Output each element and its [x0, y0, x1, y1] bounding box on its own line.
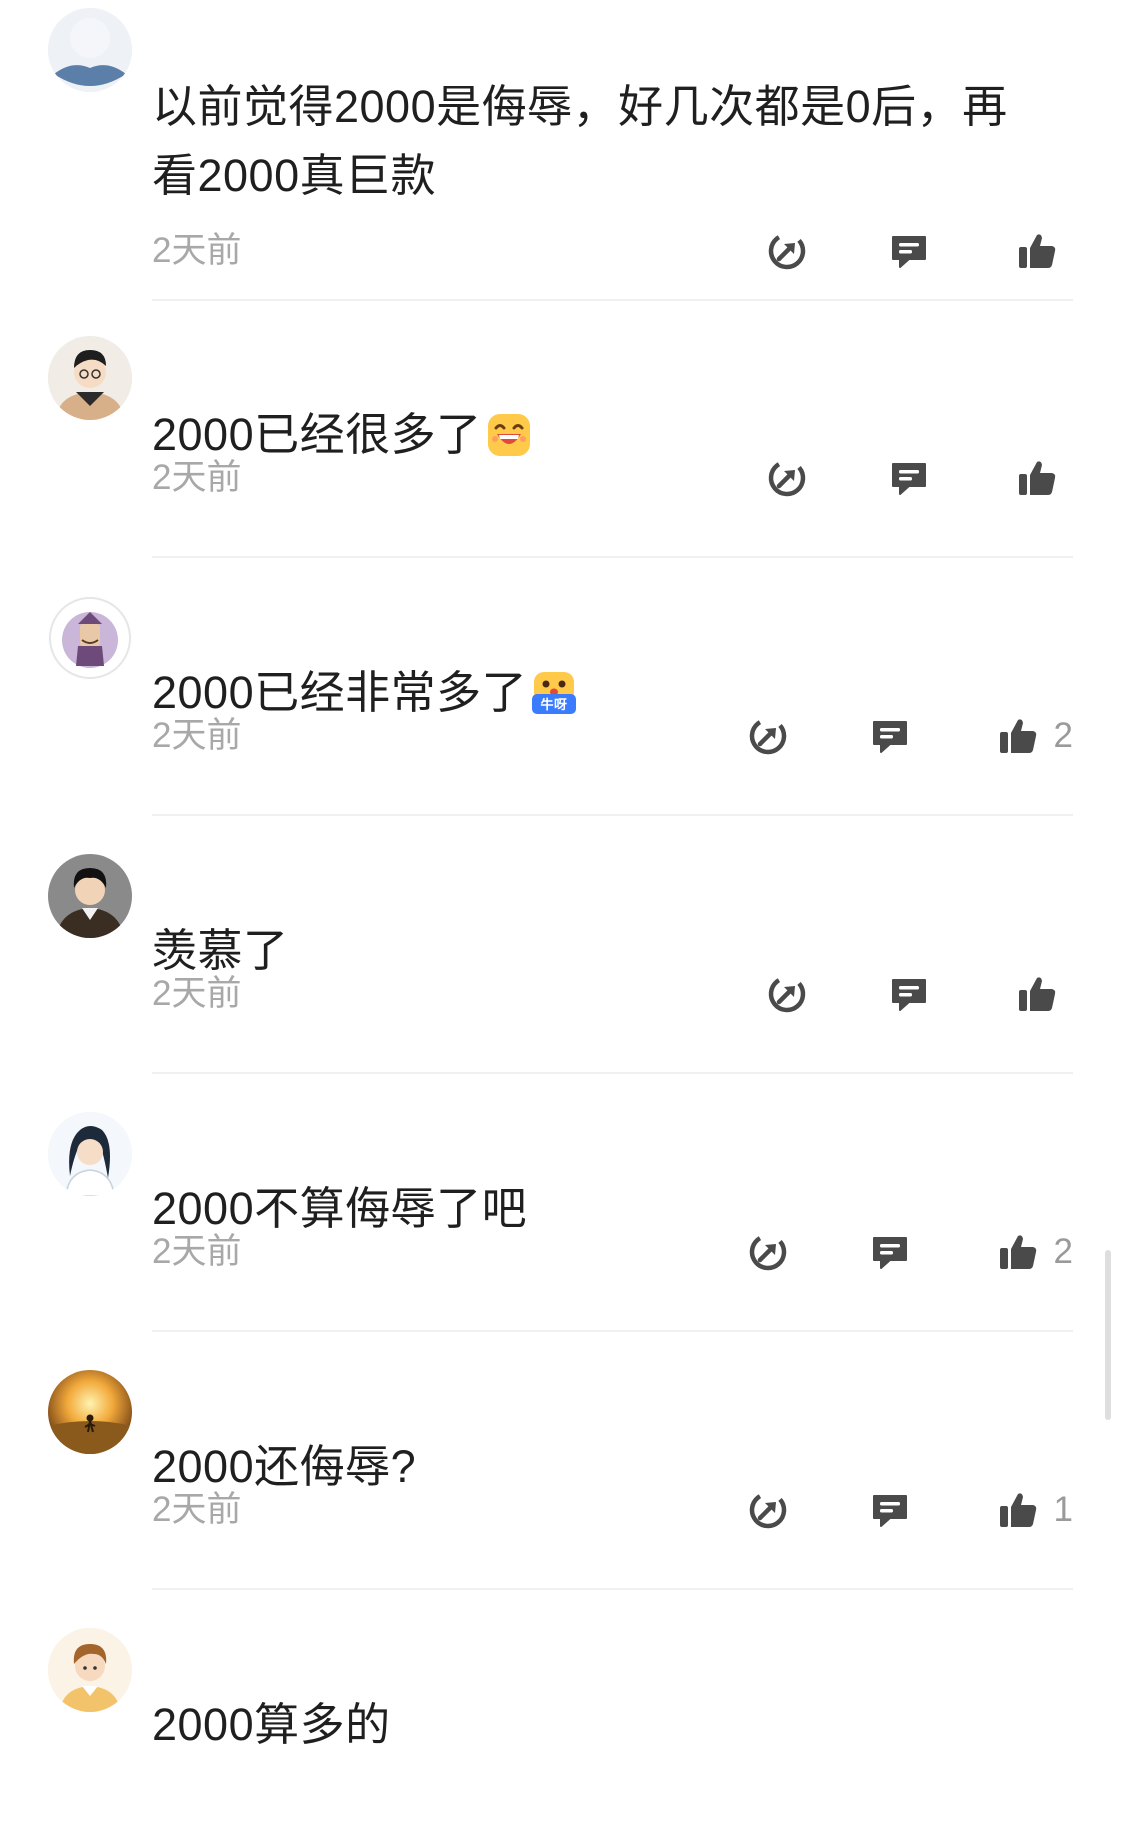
thumbs-up-icon — [998, 1490, 1038, 1530]
avatar[interactable] — [48, 1628, 132, 1712]
comment-time: 2天前 — [152, 716, 242, 755]
like-button[interactable]: 2 — [998, 716, 1073, 756]
grin-emoji — [486, 412, 532, 458]
like-count: 2 — [1053, 716, 1073, 755]
avatar[interactable] — [48, 8, 132, 92]
thumbs-up-icon — [1017, 231, 1057, 271]
comment-actions — [767, 231, 1073, 271]
avatar[interactable] — [48, 1370, 132, 1454]
comment-item: 2000不算侮辱了吧 2天前 2 — [0, 1074, 1125, 1332]
thumbs-up-icon — [998, 1232, 1038, 1272]
avatar[interactable] — [48, 854, 132, 938]
niu-ya-emoji: 牛呀 — [531, 670, 577, 716]
reply-icon[interactable] — [870, 1490, 910, 1530]
avatar[interactable] — [48, 1112, 132, 1196]
share-icon[interactable] — [748, 1232, 788, 1272]
avatar[interactable] — [48, 596, 132, 680]
share-icon[interactable] — [767, 458, 807, 498]
comment-time: 2天前 — [152, 458, 242, 497]
reply-icon[interactable] — [889, 231, 929, 271]
comment-time: 2天前 — [152, 1232, 242, 1271]
reply-icon[interactable] — [870, 716, 910, 756]
like-button[interactable] — [1017, 458, 1073, 498]
share-icon[interactable] — [748, 716, 788, 756]
comment-time: 2天前 — [152, 974, 242, 1013]
comment-time: 2天前 — [152, 231, 242, 270]
comment-list: 以前觉得2000是侮辱，好几次都是0后，再看2000真巨款 2天前 2000已经… — [0, 0, 1125, 1778]
avatar[interactable] — [48, 336, 132, 420]
comment-item: 2000已经非常多了 牛呀 2天前 2 — [0, 558, 1125, 816]
comment-item: 2000已经很多了 2天前 — [0, 300, 1125, 558]
thumbs-up-icon — [1017, 974, 1057, 1014]
reply-icon[interactable] — [889, 974, 929, 1014]
comment-item: 2000还侮辱? 2天前 1 — [0, 1332, 1125, 1590]
scrollbar[interactable] — [1105, 1250, 1111, 1420]
like-button[interactable] — [1017, 974, 1073, 1014]
comment-text-content: 2000已经非常多了 — [152, 667, 528, 718]
comment-item: 以前觉得2000是侮辱，好几次都是0后，再看2000真巨款 2天前 — [0, 0, 1125, 301]
thumbs-up-icon — [998, 716, 1038, 756]
share-icon[interactable] — [767, 231, 807, 271]
comment-actions — [767, 974, 1073, 1014]
comment-time: 2天前 — [152, 1490, 242, 1529]
share-icon[interactable] — [767, 974, 807, 1014]
like-count: 1 — [1053, 1490, 1073, 1529]
comment-actions — [767, 458, 1073, 498]
comment-item: 羡慕了 2天前 — [0, 816, 1125, 1074]
comment-text-content: 2000已经很多了 — [152, 409, 482, 460]
reply-icon[interactable] — [870, 1232, 910, 1272]
comment-item: 2000算多的 — [0, 1590, 1125, 1848]
comment-actions: 1 — [748, 1490, 1073, 1530]
reply-icon[interactable] — [889, 458, 929, 498]
like-count: 2 — [1053, 1232, 1073, 1271]
like-button[interactable]: 2 — [998, 1232, 1073, 1272]
comment-text: 2000算多的 — [152, 1699, 391, 1750]
thumbs-up-icon — [1017, 458, 1057, 498]
niu-ya-label: 牛呀 — [541, 697, 568, 713]
like-button[interactable] — [1017, 231, 1073, 271]
comment-actions: 2 — [748, 1232, 1073, 1272]
comment-text: 以前觉得2000是侮辱，好几次都是0后，再看2000真巨款 — [152, 81, 1008, 201]
share-icon[interactable] — [748, 1490, 788, 1530]
comment-actions: 2 — [748, 716, 1073, 756]
like-button[interactable]: 1 — [998, 1490, 1073, 1530]
